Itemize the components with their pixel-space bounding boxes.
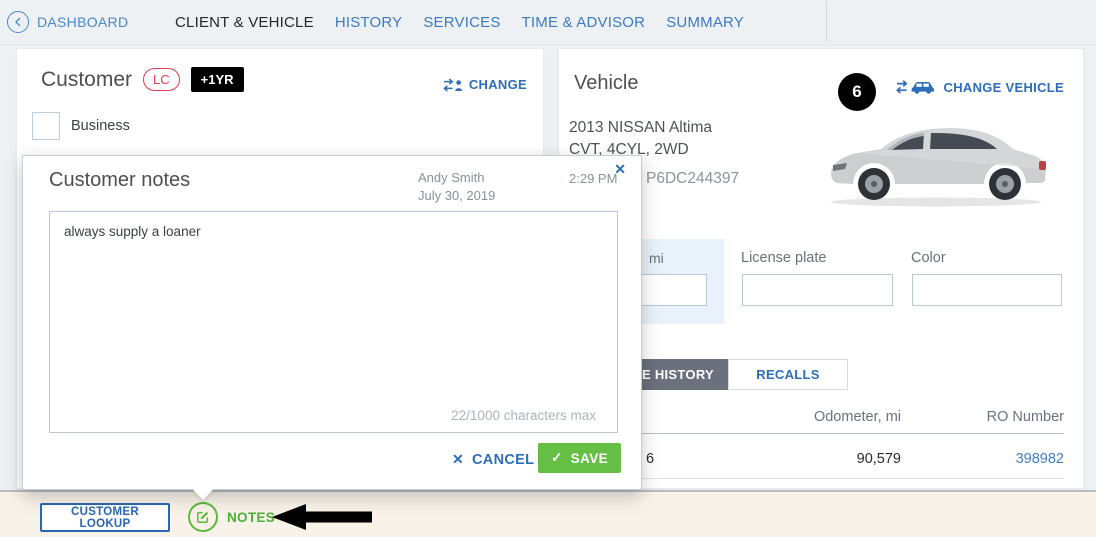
ro-number-column-header: RO Number <box>987 409 1064 425</box>
back-button[interactable] <box>7 11 29 33</box>
top-nav-bar: DASHBOARD CLIENT & VEHICLE HISTORY SERVI… <box>0 0 1096 45</box>
business-row: Business <box>32 112 130 140</box>
cancel-x-icon: ✕ <box>452 451 464 468</box>
notes-textarea[interactable]: always supply a loaner <box>49 211 618 433</box>
footer-bar: CUSTOMER LOOKUP NOTES NEXT <box>0 490 1096 537</box>
nav-tabs: CLIENT & VEHICLE HISTORY SERVICES TIME &… <box>175 0 744 44</box>
color-input[interactable] <box>912 274 1062 306</box>
tab-recalls[interactable]: RECALLS <box>728 359 848 390</box>
license-plate-input[interactable] <box>742 274 893 306</box>
notes-button[interactable]: NOTES <box>188 502 275 532</box>
change-vehicle-link[interactable]: CHANGE VEHICLE <box>896 79 1065 95</box>
business-checkbox[interactable] <box>32 112 60 140</box>
change-customer-label: CHANGE <box>469 77 527 92</box>
save-check-icon: ✓ <box>551 450 563 466</box>
notes-edit-icon <box>188 502 218 532</box>
customer-notes-modal: Customer notes Andy Smith July 30, 2019 … <box>22 155 642 490</box>
tab-client-vehicle[interactable]: CLIENT & VEHICLE <box>175 14 314 31</box>
swap-car-icon <box>896 79 938 95</box>
history-row-odometer: 90,579 <box>857 451 901 467</box>
color-label: Color <box>911 250 946 266</box>
vin-fragment: P6DC244397 <box>646 170 739 188</box>
topbar-divider <box>826 2 827 42</box>
table-header-divider <box>569 433 1064 434</box>
dashboard-link[interactable]: DASHBOARD <box>37 0 128 44</box>
business-label: Business <box>71 118 130 134</box>
odometer-unit-label: mi <box>649 250 664 266</box>
cancel-label: CANCEL <box>472 452 534 468</box>
swap-person-icon <box>443 78 463 92</box>
note-author-block: Andy Smith July 30, 2019 <box>418 169 495 205</box>
history-row-date-fragment: 6 <box>646 451 654 467</box>
tab-time-advisor[interactable]: TIME & ADVISOR <box>522 14 646 31</box>
notes-label: NOTES <box>227 510 275 525</box>
change-customer-link[interactable]: CHANGE <box>443 77 527 92</box>
vehicle-photo <box>821 109 1051 214</box>
char-counter: 22/1000 characters max <box>451 408 596 423</box>
license-plate-label: License plate <box>741 250 826 266</box>
customer-lookup-button[interactable]: CUSTOMER LOOKUP <box>40 503 170 532</box>
back-chevron-icon <box>14 16 22 28</box>
annotation-arrow <box>272 503 372 531</box>
close-icon[interactable]: ✕ <box>608 160 632 179</box>
odometer-input[interactable] <box>633 274 707 306</box>
table-row-divider <box>569 478 1064 479</box>
annotation-badge-6: 6 <box>838 73 876 111</box>
plus-one-year-badge: +1YR <box>191 67 244 92</box>
change-vehicle-label: CHANGE VEHICLE <box>944 80 1065 95</box>
customer-header: Customer LC +1YR <box>41 67 244 92</box>
modal-title: Customer notes <box>49 169 190 192</box>
note-author: Andy Smith <box>418 169 495 187</box>
odometer-column-header: Odometer, mi <box>814 409 901 425</box>
tab-services[interactable]: SERVICES <box>423 14 500 31</box>
loyalty-badge: LC <box>143 68 180 91</box>
save-button[interactable]: ✓ SAVE <box>538 443 621 473</box>
tab-summary[interactable]: SUMMARY <box>666 14 744 31</box>
vehicle-title: Vehicle <box>574 72 639 95</box>
client-vehicle-page: DASHBOARD CLIENT & VEHICLE HISTORY SERVI… <box>0 0 1096 537</box>
tab-history[interactable]: HISTORY <box>335 14 403 31</box>
note-date: July 30, 2019 <box>418 187 495 205</box>
cancel-button[interactable]: ✕ CANCEL <box>446 450 540 469</box>
save-label: SAVE <box>571 451 608 466</box>
history-row-ro-link[interactable]: 398982 <box>1016 451 1064 467</box>
customer-title: Customer <box>41 68 132 92</box>
vehicle-year-make-model: 2013 NISSAN Altima <box>569 117 712 139</box>
